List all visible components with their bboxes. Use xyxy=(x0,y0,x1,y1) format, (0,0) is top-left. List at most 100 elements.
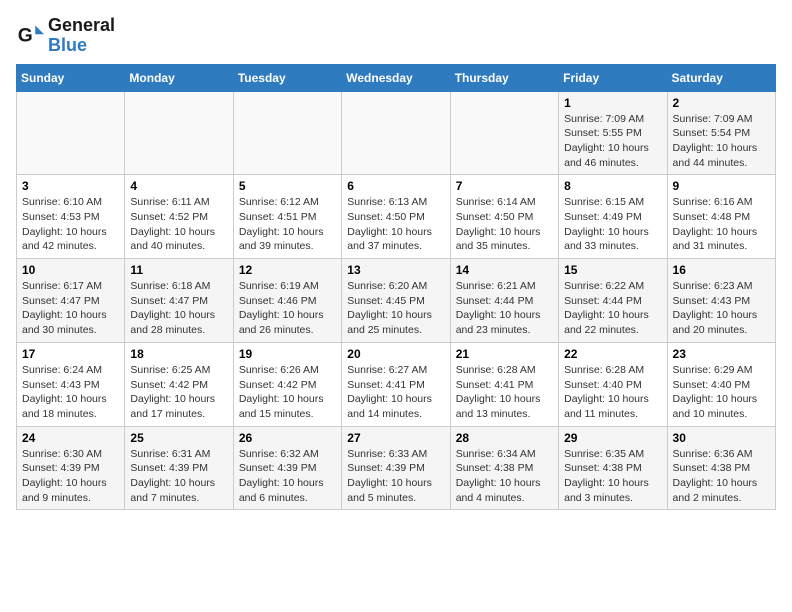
day-cell: 17 Sunrise: 6:24 AM Sunset: 4:43 PM Dayli… xyxy=(17,342,125,426)
day-info: Sunrise: 7:09 AM Sunset: 5:54 PM Dayligh… xyxy=(673,112,770,171)
day-info: Sunrise: 6:28 AM Sunset: 4:40 PM Dayligh… xyxy=(564,363,661,422)
day-cell: 24 Sunrise: 6:30 AM Sunset: 4:39 PM Dayli… xyxy=(17,426,125,510)
day-number: 5 xyxy=(239,179,336,193)
calendar-table: SundayMondayTuesdayWednesdayThursdayFrid… xyxy=(16,64,776,511)
day-info: Sunrise: 6:14 AM Sunset: 4:50 PM Dayligh… xyxy=(456,195,553,254)
day-info: Sunrise: 6:36 AM Sunset: 4:38 PM Dayligh… xyxy=(673,447,770,506)
logo: G GeneralBlue xyxy=(16,16,115,56)
day-cell xyxy=(233,91,341,175)
day-header-tuesday: Tuesday xyxy=(233,64,341,91)
day-info: Sunrise: 6:23 AM Sunset: 4:43 PM Dayligh… xyxy=(673,279,770,338)
day-number: 18 xyxy=(130,347,227,361)
day-number: 30 xyxy=(673,431,770,445)
day-cell: 7 Sunrise: 6:14 AM Sunset: 4:50 PM Daylig… xyxy=(450,175,558,259)
day-cell: 9 Sunrise: 6:16 AM Sunset: 4:48 PM Daylig… xyxy=(667,175,775,259)
day-number: 21 xyxy=(456,347,553,361)
day-cell: 15 Sunrise: 6:22 AM Sunset: 4:44 PM Dayli… xyxy=(559,259,667,343)
day-info: Sunrise: 6:35 AM Sunset: 4:38 PM Dayligh… xyxy=(564,447,661,506)
day-number: 17 xyxy=(22,347,119,361)
day-number: 12 xyxy=(239,263,336,277)
day-number: 26 xyxy=(239,431,336,445)
logo-icon: G xyxy=(16,22,44,50)
day-cell: 12 Sunrise: 6:19 AM Sunset: 4:46 PM Dayli… xyxy=(233,259,341,343)
day-cell: 18 Sunrise: 6:25 AM Sunset: 4:42 PM Dayli… xyxy=(125,342,233,426)
day-info: Sunrise: 6:22 AM Sunset: 4:44 PM Dayligh… xyxy=(564,279,661,338)
day-number: 25 xyxy=(130,431,227,445)
day-info: Sunrise: 6:13 AM Sunset: 4:50 PM Dayligh… xyxy=(347,195,444,254)
day-number: 13 xyxy=(347,263,444,277)
day-number: 20 xyxy=(347,347,444,361)
day-info: Sunrise: 6:17 AM Sunset: 4:47 PM Dayligh… xyxy=(22,279,119,338)
week-row-5: 24 Sunrise: 6:30 AM Sunset: 4:39 PM Dayli… xyxy=(17,426,776,510)
day-number: 4 xyxy=(130,179,227,193)
day-number: 24 xyxy=(22,431,119,445)
day-number: 11 xyxy=(130,263,227,277)
day-info: Sunrise: 6:28 AM Sunset: 4:41 PM Dayligh… xyxy=(456,363,553,422)
day-number: 7 xyxy=(456,179,553,193)
day-number: 3 xyxy=(22,179,119,193)
header-row: SundayMondayTuesdayWednesdayThursdayFrid… xyxy=(17,64,776,91)
day-cell: 28Sunrise: 6:34 AM Sunset: 4:38 PM Dayli… xyxy=(450,426,558,510)
day-header-friday: Friday xyxy=(559,64,667,91)
day-info: Sunrise: 6:30 AM Sunset: 4:39 PM Dayligh… xyxy=(22,447,119,506)
day-cell: 22 Sunrise: 6:28 AM Sunset: 4:40 PM Dayli… xyxy=(559,342,667,426)
day-number: 2 xyxy=(673,96,770,110)
week-row-2: 3Sunrise: 6:10 AM Sunset: 4:53 PM Daylig… xyxy=(17,175,776,259)
week-row-4: 17 Sunrise: 6:24 AM Sunset: 4:43 PM Dayli… xyxy=(17,342,776,426)
calendar-body: 1 Sunrise: 7:09 AM Sunset: 5:55 PM Daylig… xyxy=(17,91,776,510)
day-number: 14 xyxy=(456,263,553,277)
day-info: Sunrise: 6:32 AM Sunset: 4:39 PM Dayligh… xyxy=(239,447,336,506)
day-cell: 14 Sunrise: 6:21 AM Sunset: 4:44 PM Dayli… xyxy=(450,259,558,343)
day-cell: 11Sunrise: 6:18 AM Sunset: 4:47 PM Dayli… xyxy=(125,259,233,343)
day-info: Sunrise: 6:12 AM Sunset: 4:51 PM Dayligh… xyxy=(239,195,336,254)
day-number: 27 xyxy=(347,431,444,445)
day-number: 16 xyxy=(673,263,770,277)
day-header-sunday: Sunday xyxy=(17,64,125,91)
day-cell: 6Sunrise: 6:13 AM Sunset: 4:50 PM Daylig… xyxy=(342,175,450,259)
day-number: 1 xyxy=(564,96,661,110)
day-cell: 8Sunrise: 6:15 AM Sunset: 4:49 PM Daylig… xyxy=(559,175,667,259)
day-cell: 21 Sunrise: 6:28 AM Sunset: 4:41 PM Dayli… xyxy=(450,342,558,426)
day-number: 29 xyxy=(564,431,661,445)
day-number: 9 xyxy=(673,179,770,193)
day-cell: 5 Sunrise: 6:12 AM Sunset: 4:51 PM Daylig… xyxy=(233,175,341,259)
logo-text: GeneralBlue xyxy=(48,16,115,56)
day-info: Sunrise: 6:29 AM Sunset: 4:40 PM Dayligh… xyxy=(673,363,770,422)
day-info: Sunrise: 6:34 AM Sunset: 4:38 PM Dayligh… xyxy=(456,447,553,506)
day-cell: 13 Sunrise: 6:20 AM Sunset: 4:45 PM Dayli… xyxy=(342,259,450,343)
day-cell: 29 Sunrise: 6:35 AM Sunset: 4:38 PM Dayli… xyxy=(559,426,667,510)
day-cell: 30 Sunrise: 6:36 AM Sunset: 4:38 PM Dayli… xyxy=(667,426,775,510)
day-cell: 2 Sunrise: 7:09 AM Sunset: 5:54 PM Daylig… xyxy=(667,91,775,175)
day-info: Sunrise: 6:24 AM Sunset: 4:43 PM Dayligh… xyxy=(22,363,119,422)
day-number: 22 xyxy=(564,347,661,361)
day-info: Sunrise: 7:09 AM Sunset: 5:55 PM Dayligh… xyxy=(564,112,661,171)
svg-text:G: G xyxy=(18,25,33,46)
day-info: Sunrise: 6:21 AM Sunset: 4:44 PM Dayligh… xyxy=(456,279,553,338)
day-cell: 25 Sunrise: 6:31 AM Sunset: 4:39 PM Dayli… xyxy=(125,426,233,510)
day-cell: 26 Sunrise: 6:32 AM Sunset: 4:39 PM Dayli… xyxy=(233,426,341,510)
day-info: Sunrise: 6:33 AM Sunset: 4:39 PM Dayligh… xyxy=(347,447,444,506)
day-cell: 27 Sunrise: 6:33 AM Sunset: 4:39 PM Dayli… xyxy=(342,426,450,510)
calendar-header: SundayMondayTuesdayWednesdayThursdayFrid… xyxy=(17,64,776,91)
day-cell xyxy=(17,91,125,175)
day-cell xyxy=(450,91,558,175)
day-cell: 19 Sunrise: 6:26 AM Sunset: 4:42 PM Dayli… xyxy=(233,342,341,426)
day-info: Sunrise: 6:26 AM Sunset: 4:42 PM Dayligh… xyxy=(239,363,336,422)
day-number: 23 xyxy=(673,347,770,361)
day-info: Sunrise: 6:25 AM Sunset: 4:42 PM Dayligh… xyxy=(130,363,227,422)
day-info: Sunrise: 6:19 AM Sunset: 4:46 PM Dayligh… xyxy=(239,279,336,338)
day-info: Sunrise: 6:20 AM Sunset: 4:45 PM Dayligh… xyxy=(347,279,444,338)
day-number: 8 xyxy=(564,179,661,193)
day-header-saturday: Saturday xyxy=(667,64,775,91)
day-info: Sunrise: 6:16 AM Sunset: 4:48 PM Dayligh… xyxy=(673,195,770,254)
day-number: 19 xyxy=(239,347,336,361)
day-cell: 4Sunrise: 6:11 AM Sunset: 4:52 PM Daylig… xyxy=(125,175,233,259)
day-info: Sunrise: 6:31 AM Sunset: 4:39 PM Dayligh… xyxy=(130,447,227,506)
day-cell: 1 Sunrise: 7:09 AM Sunset: 5:55 PM Daylig… xyxy=(559,91,667,175)
day-cell: 3Sunrise: 6:10 AM Sunset: 4:53 PM Daylig… xyxy=(17,175,125,259)
week-row-1: 1 Sunrise: 7:09 AM Sunset: 5:55 PM Daylig… xyxy=(17,91,776,175)
day-cell: 23 Sunrise: 6:29 AM Sunset: 4:40 PM Dayli… xyxy=(667,342,775,426)
day-number: 15 xyxy=(564,263,661,277)
day-cell: 20Sunrise: 6:27 AM Sunset: 4:41 PM Dayli… xyxy=(342,342,450,426)
day-cell xyxy=(342,91,450,175)
